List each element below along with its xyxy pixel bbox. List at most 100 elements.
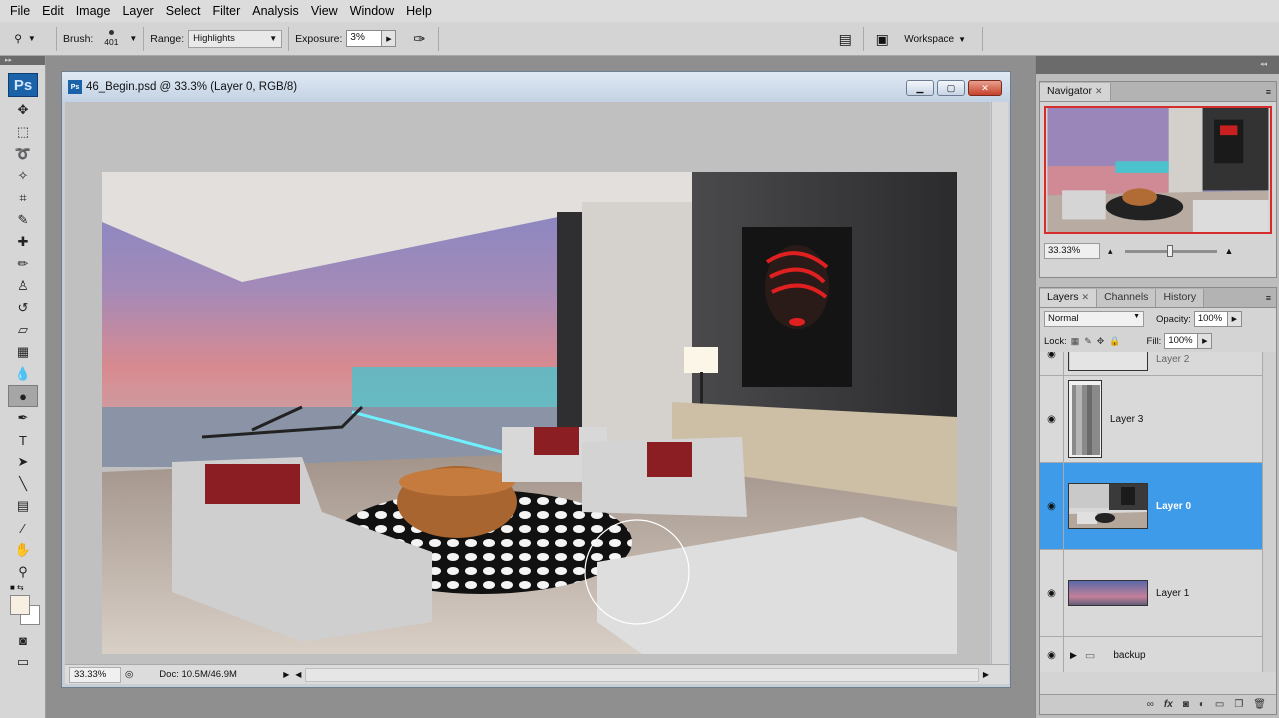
panel-menu-icon[interactable]: ≡: [1261, 87, 1276, 97]
menu-filter[interactable]: Filter: [206, 0, 246, 22]
adjustment-icon[interactable]: ◐: [1199, 699, 1205, 710]
bridge-icon[interactable]: ▣: [870, 27, 894, 51]
quick-mask-icon[interactable]: ◙: [8, 629, 38, 651]
marquee-tool[interactable]: ⬚: [8, 121, 38, 143]
eye-icon[interactable]: ◉: [1040, 550, 1064, 636]
photoshop-logo[interactable]: Ps: [8, 73, 38, 97]
maximize-button[interactable]: ▢: [937, 80, 965, 96]
layer-name[interactable]: Layer 3: [1110, 414, 1143, 425]
menu-image[interactable]: Image: [70, 0, 117, 22]
panel-grip[interactable]: ▸▸: [0, 56, 45, 65]
eye-icon[interactable]: ◉: [1040, 463, 1064, 549]
fill-input[interactable]: 100%: [1164, 333, 1199, 349]
tab-channels[interactable]: Channels: [1097, 289, 1157, 307]
play-icon[interactable]: ▶: [283, 670, 295, 679]
brush-preview[interactable]: 401: [97, 25, 125, 53]
layer-row[interactable]: ◉ Layer 3: [1040, 376, 1262, 463]
menu-edit[interactable]: Edit: [36, 0, 70, 22]
blend-mode-select[interactable]: Normal ▼: [1044, 311, 1144, 327]
range-select[interactable]: Highlights ▼: [188, 29, 283, 48]
eye-icon[interactable]: ◉: [1040, 352, 1064, 375]
scroll-right-icon[interactable]: ▶: [983, 670, 989, 679]
layer-name[interactable]: Layer 1: [1156, 588, 1189, 599]
layer-name[interactable]: Layer 0: [1156, 501, 1191, 512]
history-brush-tool[interactable]: ↺: [8, 297, 38, 319]
layer-row[interactable]: ◉ Layer 0: [1040, 463, 1262, 550]
type-tool[interactable]: T: [8, 429, 38, 451]
menu-analysis[interactable]: Analysis: [246, 0, 305, 22]
clone-stamp-tool[interactable]: ♙: [8, 275, 38, 297]
layer-row[interactable]: ◉ Layer 2: [1040, 352, 1262, 376]
lasso-tool[interactable]: ➰: [8, 143, 38, 165]
navigator-thumbnail[interactable]: [1044, 106, 1272, 234]
brush-picker[interactable]: Brush: 401 ▼: [63, 25, 137, 53]
layers-scrollbar[interactable]: [1262, 352, 1276, 672]
hand-tool[interactable]: ✋: [8, 539, 38, 561]
lock-position-icon[interactable]: ✥: [1097, 336, 1105, 347]
group-icon[interactable]: ▭: [1215, 699, 1224, 710]
fill-slider-toggle[interactable]: ▶: [1198, 333, 1213, 349]
dock-grip[interactable]: ◂◂: [1036, 56, 1279, 74]
default-colors-icon[interactable]: ■ ⇆: [10, 583, 24, 592]
crop-tool[interactable]: ⌗: [8, 187, 38, 209]
eye-icon[interactable]: ◉: [1040, 376, 1064, 462]
navigator-zoom-field[interactable]: 33.33%: [1044, 243, 1100, 259]
line-tool[interactable]: ╲: [8, 473, 38, 495]
menu-window[interactable]: Window: [344, 0, 400, 22]
move-tool[interactable]: ✥: [8, 99, 38, 121]
expand-arrow-icon[interactable]: ▶: [1070, 650, 1077, 661]
magic-wand-tool[interactable]: ✧: [8, 165, 38, 187]
tool-preset-picker[interactable]: ⚲ ▼: [0, 25, 50, 53]
menu-help[interactable]: Help: [400, 0, 438, 22]
gradient-tool[interactable]: ▦: [8, 341, 38, 363]
blur-tool[interactable]: 💧: [8, 363, 38, 385]
panel-menu-icon[interactable]: ≡: [1261, 293, 1276, 303]
zoom-in-icon[interactable]: ▲: [1225, 246, 1234, 256]
menu-select[interactable]: Select: [160, 0, 207, 22]
menu-layer[interactable]: Layer: [116, 0, 159, 22]
exposure-slider-toggle[interactable]: ▶: [382, 30, 397, 47]
canvas-area[interactable]: [65, 102, 990, 664]
document-zoom-field[interactable]: 33.33%: [69, 666, 121, 683]
mask-icon[interactable]: ◙: [1183, 699, 1189, 710]
workspace-menu[interactable]: Workspace ▼: [894, 27, 976, 51]
eye-icon[interactable]: ◉: [1040, 637, 1064, 672]
lock-all-icon[interactable]: 🔒: [1109, 336, 1120, 347]
minimize-button[interactable]: ▁: [906, 80, 934, 96]
close-tab-icon[interactable]: ✕: [1082, 292, 1090, 302]
brush-tool[interactable]: ✏: [8, 253, 38, 275]
document-titlebar[interactable]: Ps 46_Begin.psd @ 33.3% (Layer 0, RGB/8)…: [62, 72, 1010, 102]
exposure-input[interactable]: 3%: [346, 30, 383, 47]
eyedropper-tool[interactable]: ✎: [8, 209, 38, 231]
zoom-slider-handle[interactable]: [1166, 244, 1173, 257]
fx-icon[interactable]: fx: [1164, 699, 1173, 710]
screen-mode-icon[interactable]: ▭: [8, 651, 38, 673]
tab-layers[interactable]: Layers ✕: [1040, 289, 1098, 307]
zoom-tool[interactable]: ⚲: [8, 561, 38, 583]
canvas-image[interactable]: [102, 172, 957, 654]
trash-icon[interactable]: 🗑: [1253, 699, 1266, 710]
healing-brush-tool[interactable]: ✚: [8, 231, 38, 253]
airbrush-icon[interactable]: ✑: [406, 27, 432, 51]
opacity-slider-toggle[interactable]: ▶: [1227, 311, 1242, 327]
navigator-zoom-slider[interactable]: [1124, 244, 1217, 257]
layer-name[interactable]: backup: [1113, 650, 1145, 661]
close-button[interactable]: ✕: [968, 80, 1002, 96]
menu-file[interactable]: File: [4, 0, 36, 22]
lock-pixels-icon[interactable]: ✎: [1084, 336, 1092, 347]
layer-group-row[interactable]: ◉ ▶ ▭ backup: [1040, 637, 1262, 672]
eraser-tool[interactable]: ▱: [8, 319, 38, 341]
close-tab-icon[interactable]: ✕: [1095, 86, 1103, 96]
lock-transparency-icon[interactable]: ▦: [1071, 336, 1080, 347]
status-icon[interactable]: ◎: [125, 669, 133, 680]
document-horizontal-scrollbar[interactable]: [305, 667, 979, 682]
menu-view[interactable]: View: [305, 0, 344, 22]
zoom-out-icon[interactable]: ▴: [1108, 246, 1113, 257]
layer-name[interactable]: Layer 2: [1156, 354, 1189, 365]
layer-row[interactable]: ◉ Layer 1: [1040, 550, 1262, 637]
dodge-burn-tool[interactable]: ●: [8, 385, 38, 407]
document-vertical-scrollbar[interactable]: [991, 102, 1008, 664]
tab-navigator[interactable]: Navigator ✕: [1040, 83, 1111, 101]
chevron-down-icon[interactable]: ▼: [129, 34, 137, 43]
opacity-input[interactable]: 100%: [1193, 311, 1228, 327]
